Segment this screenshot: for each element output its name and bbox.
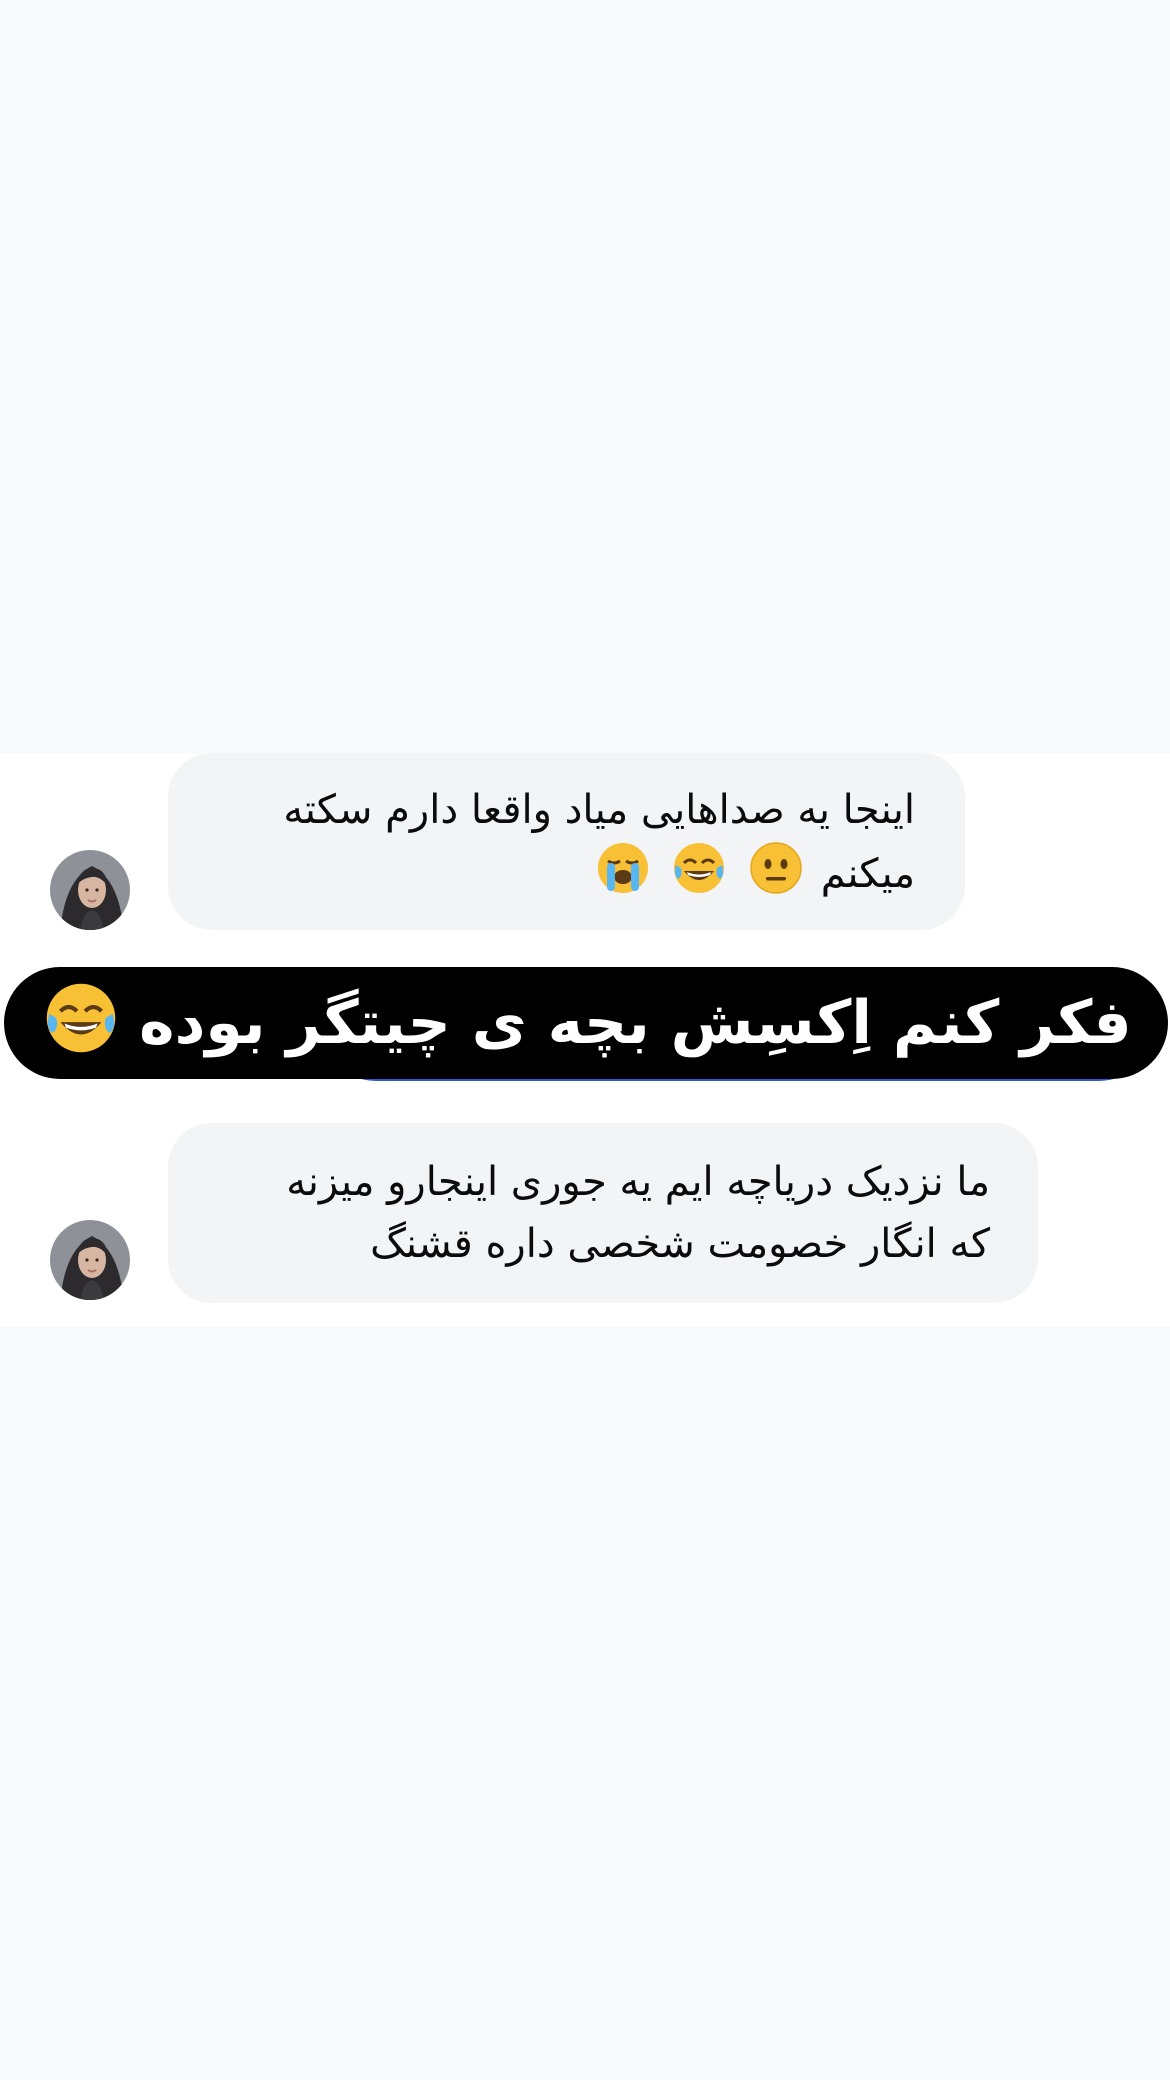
avatar[interactable] <box>48 848 132 932</box>
overlay-caption-text: فکر کنم اِکسِش بچه ی چیتگر بوده <box>139 988 1132 1058</box>
loudly-crying-face-emoji-icon <box>597 843 648 893</box>
profile-photo <box>50 1220 130 1300</box>
avatar[interactable] <box>48 1218 132 1302</box>
message-row: ما نزدیک دریاچه ایم یه جوری اینجارو میزن… <box>0 1123 1170 1303</box>
message-text: ما نزدیک دریاچه ایم یه جوری اینجارو میزن… <box>286 1159 990 1205</box>
tears-of-joy-emoji-icon <box>674 843 725 893</box>
message-text: اینجا یه صداهایی میاد واقعا دارم سکته <box>283 787 915 833</box>
profile-photo <box>50 850 130 930</box>
chat-screen: اینجا یه صداهایی میاد واقعا دارم سکته می… <box>0 0 1170 2080</box>
tears-of-joy-emoji-icon <box>47 983 116 1053</box>
overlay-caption-bar: فکر کنم اِکسِش بچه ی چیتگر بوده <box>4 967 1168 1079</box>
message-bubble[interactable]: اینجا یه صداهایی میاد واقعا دارم سکته می… <box>168 753 965 930</box>
message-bubble[interactable]: ما نزدیک دریاچه ایم یه جوری اینجارو میزن… <box>168 1123 1038 1303</box>
message-row: اینجا یه صداهایی میاد واقعا دارم سکته می… <box>0 753 1170 933</box>
overlay-caption: فکر کنم اِکسِش بچه ی چیتگر بوده <box>0 965 1170 1087</box>
neutral-face-emoji-icon <box>750 842 802 894</box>
message-text: که انگار خصومت شخصی داره قشنگ <box>370 1221 990 1267</box>
message-text-line-2: میکنم <box>204 841 915 905</box>
message-text: میکنم <box>820 851 915 897</box>
